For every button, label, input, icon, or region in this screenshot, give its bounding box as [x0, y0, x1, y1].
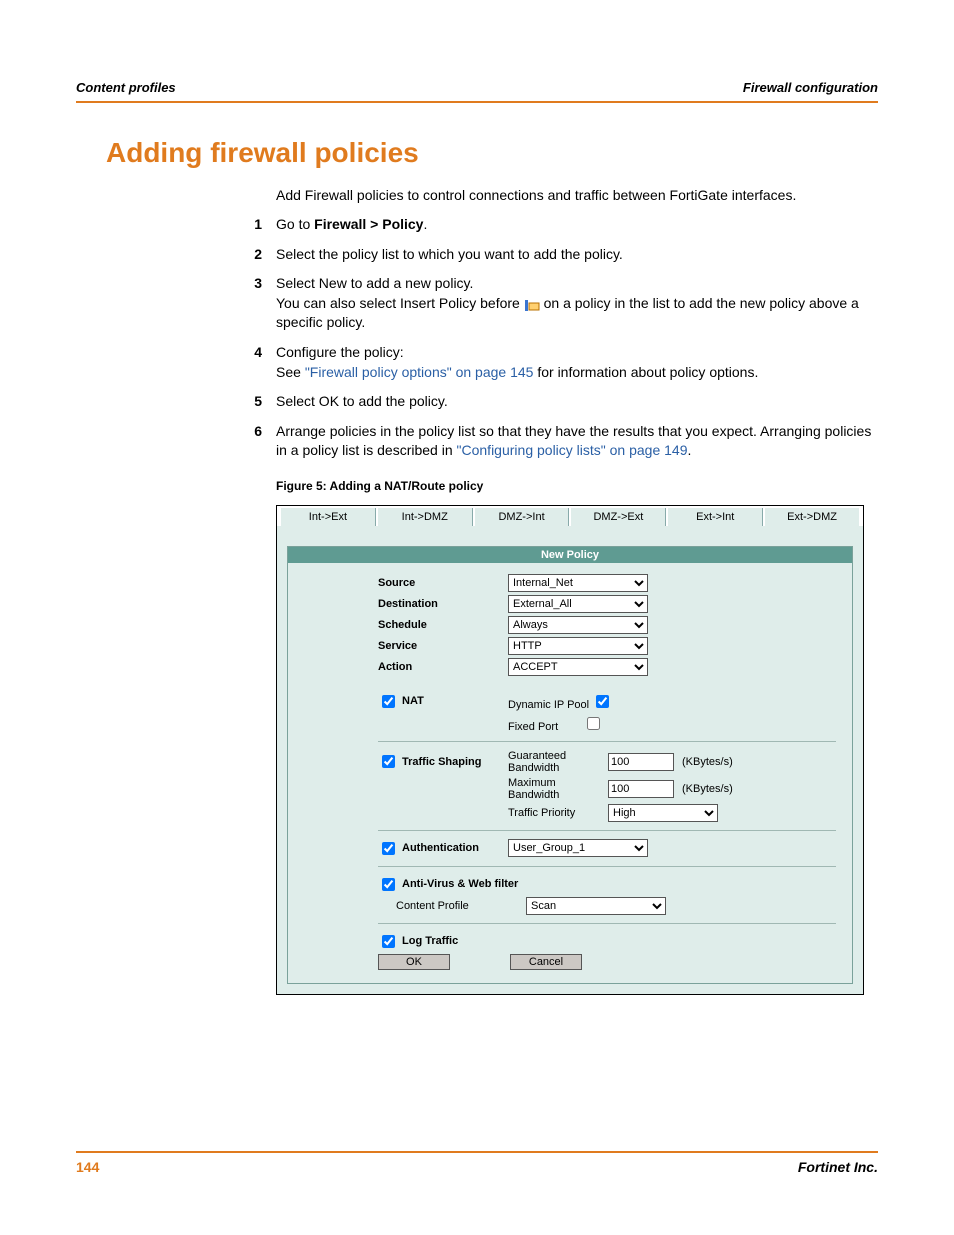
- content-profile-select[interactable]: Scan: [526, 897, 666, 915]
- tab-dmz-int[interactable]: DMZ->Int: [475, 508, 570, 526]
- service-label: Service: [378, 640, 508, 652]
- service-select[interactable]: HTTP: [508, 637, 648, 655]
- av-label: Anti-Virus & Web filter: [402, 878, 518, 890]
- log-traffic-checkbox[interactable]: [382, 935, 395, 948]
- schedule-label: Schedule: [378, 619, 508, 631]
- form-title: New Policy: [288, 547, 852, 563]
- max-bw-unit: (KBytes/s): [682, 783, 733, 795]
- tab-int-ext[interactable]: Int->Ext: [281, 508, 376, 526]
- action-label: Action: [378, 661, 508, 673]
- traffic-shaping-label: Traffic Shaping: [402, 756, 481, 768]
- fixedport-label: Fixed Port: [508, 721, 558, 733]
- source-label: Source: [378, 577, 508, 589]
- header-right: Firewall configuration: [743, 80, 878, 95]
- auth-select[interactable]: User_Group_1: [508, 839, 648, 857]
- max-bw-label: Maximum Bandwidth: [508, 777, 608, 801]
- av-checkbox[interactable]: [382, 878, 395, 891]
- intro-text: Add Firewall policies to control connect…: [276, 187, 878, 203]
- guaranteed-bw-label: Guaranteed Bandwidth: [508, 750, 608, 774]
- action-select[interactable]: ACCEPT: [508, 658, 648, 676]
- destination-select[interactable]: External_All: [508, 595, 648, 613]
- traffic-priority-label: Traffic Priority: [508, 807, 608, 819]
- insert-policy-icon: [524, 298, 540, 310]
- dynip-checkbox[interactable]: [596, 695, 609, 708]
- auth-label: Authentication: [402, 842, 479, 854]
- page-number: 144: [76, 1159, 99, 1175]
- step-5: Select OK to add the policy.: [276, 392, 878, 412]
- tab-int-dmz[interactable]: Int->DMZ: [378, 508, 473, 526]
- log-traffic-label: Log Traffic: [402, 935, 458, 947]
- schedule-select[interactable]: Always: [508, 616, 648, 634]
- tab-ext-dmz[interactable]: Ext->DMZ: [765, 508, 859, 526]
- policy-lists-link[interactable]: "Configuring policy lists" on page 149: [457, 442, 688, 458]
- auth-checkbox[interactable]: [382, 842, 395, 855]
- traffic-priority-select[interactable]: High: [608, 804, 718, 822]
- fixedport-checkbox[interactable]: [587, 717, 600, 730]
- step-list: Go to Firewall > Policy. Select the poli…: [76, 215, 878, 461]
- figure-caption: Figure 5: Adding a NAT/Route policy: [276, 479, 878, 493]
- nat-label: NAT: [402, 695, 424, 707]
- policy-tabs: Int->Ext Int->DMZ DMZ->Int DMZ->Ext Ext-…: [277, 506, 863, 526]
- traffic-shaping-checkbox[interactable]: [382, 755, 395, 768]
- guaranteed-bw-unit: (KBytes/s): [682, 756, 733, 768]
- header-left: Content profiles: [76, 80, 176, 95]
- tab-ext-int[interactable]: Ext->Int: [668, 508, 763, 526]
- step-2: Select the policy list to which you want…: [276, 245, 878, 265]
- destination-label: Destination: [378, 598, 508, 610]
- ok-button[interactable]: OK: [378, 954, 450, 970]
- page-header: Content profiles Firewall configuration: [76, 80, 878, 103]
- nat-checkbox[interactable]: [382, 695, 395, 708]
- page-title: Adding firewall policies: [106, 137, 878, 169]
- content-profile-label: Content Profile: [378, 900, 526, 912]
- page-footer: 144 Fortinet Inc.: [76, 1151, 878, 1175]
- cancel-button[interactable]: Cancel: [510, 954, 582, 970]
- guaranteed-bw-input[interactable]: [608, 753, 674, 771]
- max-bw-input[interactable]: [608, 780, 674, 798]
- step-6: Arrange policies in the policy list so t…: [276, 422, 878, 461]
- step-1: Go to Firewall > Policy.: [276, 215, 878, 235]
- company-name: Fortinet Inc.: [798, 1159, 878, 1175]
- source-select[interactable]: Internal_Net: [508, 574, 648, 592]
- policy-options-link[interactable]: "Firewall policy options" on page 145: [305, 364, 534, 380]
- step-3: Select New to add a new policy. You can …: [276, 274, 878, 333]
- figure-5: Int->Ext Int->DMZ DMZ->Int DMZ->Ext Ext-…: [276, 505, 864, 995]
- dynip-label: Dynamic IP Pool: [508, 699, 589, 711]
- tab-dmz-ext[interactable]: DMZ->Ext: [571, 508, 666, 526]
- step-4: Configure the policy: See "Firewall poli…: [276, 343, 878, 382]
